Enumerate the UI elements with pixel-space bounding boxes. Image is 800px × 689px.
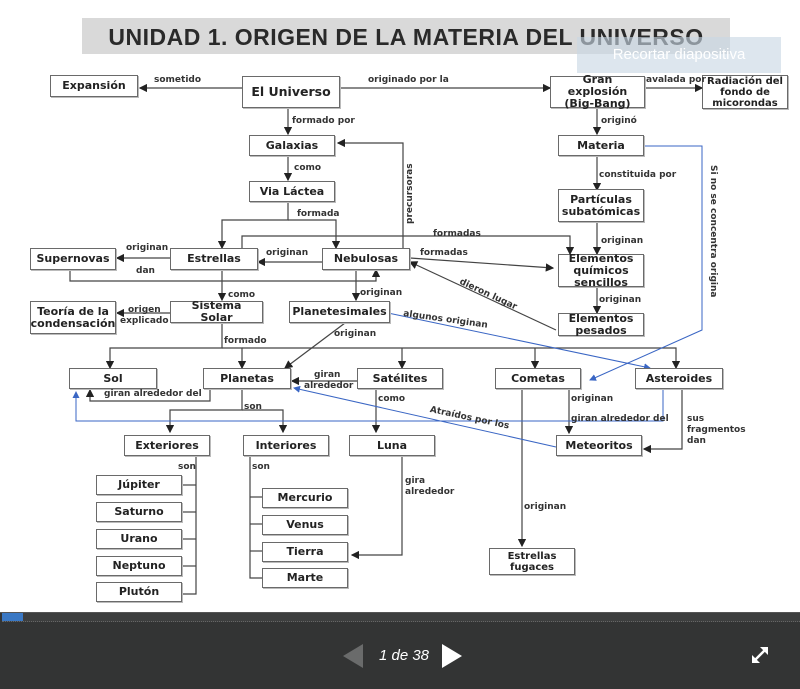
node-pluton: Plutón: [96, 582, 182, 602]
node-luna: Luna: [349, 435, 435, 456]
link-label: sus: [687, 414, 705, 424]
node-exteriores: Exteriores: [124, 435, 210, 456]
link-label: originan: [524, 502, 567, 512]
link-label: alrededor: [405, 487, 455, 497]
link-label: dan: [136, 266, 155, 276]
link-label: Si no se concentra origina: [708, 165, 718, 298]
edge-formado-planetas: [222, 347, 247, 370]
node-mercurio: Mercurio: [262, 488, 348, 508]
link-label: avalada por: [646, 75, 706, 85]
page-indicator: 1 de 38: [378, 647, 430, 664]
link-label: explicado: [120, 316, 169, 326]
link-label: gira: [405, 476, 426, 486]
link-label: giran alrededor del: [104, 389, 202, 399]
node-tierra: Tierra: [262, 542, 348, 562]
edge-luna-tierra: [350, 455, 403, 560]
node-satelites: Satélites: [357, 368, 443, 389]
link-label: como: [228, 290, 256, 300]
node-venus: Venus: [262, 515, 348, 535]
node-elementos-pesados: Elementos pesados: [558, 312, 644, 336]
node-supernovas: Supernovas: [30, 248, 116, 270]
node-saturno: Saturno: [96, 502, 182, 522]
node-marte: Marte: [262, 568, 348, 588]
node-urano: Urano: [96, 529, 182, 549]
link-label: dan: [687, 436, 706, 446]
player-controls: 1 de 38: [0, 612, 800, 689]
slide-canvas: UNIDAD 1. ORIGEN DE LA MATERIA DEL UNIVE…: [0, 0, 800, 612]
progress-bar[interactable]: [2, 613, 800, 622]
edge-supernovas-dan: [69, 268, 381, 282]
edge-formadas-2: [409, 257, 555, 272]
node-interiores: Interiores: [243, 435, 329, 456]
node-elementos-quimicos: Elementos químicos sencillos: [558, 252, 644, 288]
link-label: son: [178, 462, 196, 472]
link-label: formadas: [420, 248, 468, 258]
node-estrellas-fugaces: Estrellas fugaces: [489, 548, 575, 575]
link-label: originan: [126, 243, 169, 253]
triangle-right-icon: [442, 644, 462, 668]
link-label: originan: [599, 295, 642, 305]
node-neptuno: Neptuno: [96, 556, 182, 576]
node-teoria-condensacion: Teoría de la condensación: [30, 301, 116, 334]
link-label: precursoras: [405, 163, 415, 224]
node-sol: Sol: [69, 368, 157, 389]
link-label: alrededor: [304, 381, 354, 391]
node-cometas: Cometas: [495, 368, 581, 389]
link-label: constituida por: [599, 170, 677, 180]
progress-fill: [2, 613, 23, 621]
node-estrellas: Estrellas: [170, 248, 258, 270]
edge-exteriores-list: [182, 455, 197, 595]
node-planetesimales: Planetesimales: [289, 301, 390, 323]
link-label: originan: [360, 288, 403, 298]
edge-sistema-formado: [105, 323, 223, 370]
crop-slide-button[interactable]: Recortar diapositiva: [577, 37, 781, 73]
link-label: formada: [297, 209, 340, 219]
link-label: originan: [601, 236, 644, 246]
edge-interiores-list: [249, 455, 262, 579]
link-label: formado: [224, 336, 267, 346]
node-nebulosas: Nebulosas: [322, 248, 410, 270]
link-label: giran: [314, 370, 341, 380]
edge-vialactea-formada: [217, 202, 289, 250]
triangle-left-icon: [343, 644, 363, 668]
node-meteoritos: Meteoritos: [556, 435, 642, 456]
node-jupiter: Júpiter: [96, 475, 182, 495]
link-label: originó: [601, 116, 637, 126]
node-particulas: Partículas subatómicas: [558, 189, 644, 222]
node-asteroides: Asteroides: [635, 368, 723, 389]
previous-slide-button[interactable]: [341, 642, 365, 670]
edge-precursoras: [336, 138, 404, 250]
link-label: fragmentos: [687, 425, 746, 435]
link-label: como: [378, 394, 406, 404]
edge-vialactea-nebulosas: [288, 219, 341, 250]
node-via-lactea: Via Láctea: [249, 181, 335, 202]
node-universo: El Universo: [242, 76, 340, 108]
next-slide-button[interactable]: [440, 642, 464, 670]
link-label: como: [294, 163, 322, 173]
expand-arrows-icon: [752, 647, 768, 663]
link-label: originan: [571, 394, 614, 404]
node-radiacion: Radiación del fondo de micorondas: [702, 75, 788, 109]
link-label: originan: [266, 248, 309, 258]
fullscreen-button[interactable]: [748, 643, 772, 667]
node-galaxias: Galaxias: [249, 135, 335, 156]
link-label: son: [244, 402, 262, 412]
node-planetas: Planetas: [203, 368, 291, 389]
node-expansion: Expansión: [50, 75, 138, 97]
link-label: giran alrededor del: [571, 414, 669, 424]
link-label: sometido: [154, 75, 202, 85]
link-label: formadas: [433, 229, 481, 239]
link-label: originado por la: [368, 75, 449, 85]
link-label: formado por: [292, 116, 355, 126]
node-sistema-solar: Sistema Solar: [170, 300, 263, 324]
node-gran-explosion: Gran explosión (Big-Bang): [550, 74, 645, 110]
link-label: originan: [334, 329, 377, 339]
link-label: origen: [128, 305, 161, 315]
node-materia: Materia: [558, 135, 644, 156]
link-label: son: [252, 462, 270, 472]
